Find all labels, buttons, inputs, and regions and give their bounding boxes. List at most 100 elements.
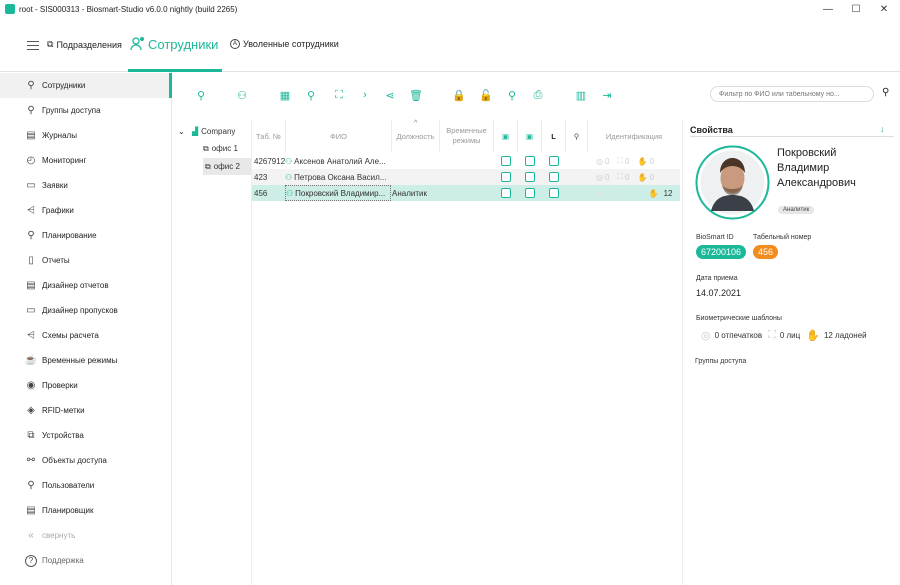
tab-employees[interactable]: Сотрудники — [129, 36, 218, 52]
sidebar-item-rfid[interactable]: ◈ RFID-метки — [0, 398, 172, 423]
sidebar-item-time-modes[interactable]: ☕ Временные режимы — [0, 348, 172, 373]
sidebar-item-planning[interactable]: ⚲ Планирование — [0, 223, 172, 248]
sidebar-item-scheduler[interactable]: ▤ Планировщик — [0, 498, 172, 523]
sidebar-item-devices[interactable]: ⧉ Устройства — [0, 423, 172, 448]
col-header-pin-icon[interactable]: ▣ — [518, 120, 542, 152]
col-header-position[interactable]: Должность — [392, 120, 440, 152]
building-icon: ▟ — [192, 127, 199, 136]
checkbox-card[interactable] — [501, 156, 511, 166]
hierarchy-icon: ⧉ — [205, 161, 211, 171]
tab-subdivisions[interactable]: ⧉ Подразделения — [47, 39, 122, 50]
divider — [690, 136, 894, 137]
name-middle: Александрович — [777, 177, 856, 189]
col-header-l[interactable]: L — [542, 120, 566, 152]
sidebar-item-checks[interactable]: ◉ Проверки — [0, 373, 172, 398]
cell-identification: ◎ ⛶ ✋ 12 — [596, 185, 672, 201]
cell-position — [392, 169, 440, 185]
sidebar-item-report-designer[interactable]: ▤ Дизайнер отчетов — [0, 273, 172, 298]
cell-fio: ⚇ Аксенов Анатолий Але... — [285, 153, 391, 169]
sidebar-item-calc-schemes[interactable]: ⩤ Схемы расчета — [0, 323, 172, 348]
request-icon: ▭ — [26, 180, 36, 191]
table-row-selected[interactable]: 456 ⚇ Покровский Владимир... Аналитик ◎ ⛶… — [252, 185, 680, 201]
sidebar-item-label: Проверки — [42, 381, 78, 390]
checkbox-l[interactable] — [549, 172, 559, 182]
sidebar-item-label: Устройства — [42, 431, 84, 440]
person-search-icon[interactable]: ⚲ — [505, 88, 519, 102]
filter-search-icon[interactable]: ⚲ — [882, 87, 889, 98]
sidebar-item-label: Группы доступа — [42, 106, 101, 115]
checkbox-pin[interactable] — [525, 172, 535, 182]
cell-tab: 423 — [254, 172, 268, 182]
sidebar-item-access-groups[interactable]: ⚲ Группы доступа — [0, 98, 172, 123]
lock-add-icon[interactable]: 🔒 — [452, 88, 466, 102]
time-mode-icon: ☕ — [24, 355, 38, 366]
sidebar-item-employees[interactable]: ⚲ Сотрудники — [0, 73, 172, 98]
sidebar-item-journals[interactable]: ▤ Журналы — [0, 123, 172, 148]
print-icon[interactable]: ⎙ — [531, 88, 545, 102]
sidebar-item-users[interactable]: ⚲ Пользователи — [0, 473, 172, 498]
col-header-identification[interactable]: Идентификация — [588, 120, 680, 152]
report-designer-icon: ▤ — [26, 280, 36, 291]
cell-fio: ⚇ Петрова Оксана Васил... — [285, 169, 391, 185]
table-row[interactable]: 423 ⚇ Петрова Оксана Васил... ◎ 0 ⛶ 0 ✋ 0 — [252, 169, 680, 185]
close-button[interactable]: ✕ — [870, 0, 898, 18]
employees-table: ^ Таб. № ФИО Должность Временные режимы … — [252, 120, 680, 585]
checkbox-l[interactable] — [549, 156, 559, 166]
filter-input[interactable] — [710, 86, 874, 102]
share-icon[interactable]: ⋖ — [383, 88, 397, 102]
chevron-down-icon[interactable]: ⌄ — [178, 127, 185, 136]
delete-icon[interactable]: 🗑 — [409, 88, 423, 102]
minimize-button[interactable]: — — [814, 0, 842, 18]
col-header-fio[interactable]: ФИО — [286, 120, 392, 152]
export-icon[interactable]: ⇥ — [600, 88, 614, 102]
cell-position — [392, 153, 440, 169]
users-icon: ⚲ — [27, 480, 35, 491]
lock-icon[interactable]: 🔓 — [479, 88, 493, 102]
scan-icon[interactable]: ⛶ — [332, 88, 346, 102]
tab-fired[interactable]: A Уволенные сотрудники — [230, 39, 339, 49]
sidebar-item-requests[interactable]: ▭ Заявки — [0, 173, 172, 198]
access-objects-icon: ⚯ — [26, 455, 36, 466]
checkbox-pin[interactable] — [525, 188, 535, 198]
sidebar-item-schedules[interactable]: ⩤ Графики — [0, 198, 172, 223]
tab-number-badge: 456 — [753, 245, 779, 259]
col-header-tab[interactable]: Таб. № — [252, 120, 286, 152]
sidebar-support[interactable]: ? Поддержка — [0, 548, 172, 573]
find-person-icon[interactable]: ⚲ — [304, 88, 318, 102]
chevron-right-icon[interactable]: › — [358, 88, 372, 102]
sidebar-item-label: Графики — [42, 206, 74, 215]
sidebar-item-reports[interactable]: ▯ Отчеты — [0, 248, 172, 273]
palm-icon: ✋ — [637, 172, 648, 182]
tree-node-company[interactable]: ▟ Company — [192, 127, 235, 136]
face-count: 0 — [625, 156, 630, 166]
sidebar-collapse[interactable]: « свернуть — [0, 523, 172, 548]
maximize-button[interactable]: ☐ — [842, 0, 870, 18]
table-row[interactable]: 4267912 ⚇ Аксенов Анатолий Але... ◎ 0 ⛶ 0 ✋… — [252, 153, 680, 169]
col-header-time-modes[interactable]: Временные режимы — [440, 120, 494, 152]
tree-node-office1[interactable]: ⧉ офис 1 — [203, 144, 238, 154]
properties-title: Свойства — [690, 125, 733, 135]
checkbox-card[interactable] — [501, 172, 511, 182]
checkbox-pin[interactable] — [525, 156, 535, 166]
sidebar-item-label: Заявки — [42, 181, 68, 190]
search-icon[interactable]: ⚲ — [194, 88, 208, 102]
sidebar-item-access-objects[interactable]: ⚯ Объекты доступа — [0, 448, 172, 473]
menu-hamburger-icon[interactable] — [27, 41, 39, 50]
employee-card-icon[interactable]: ▦ — [278, 88, 292, 102]
cell-fio-text: Покровский Владимир... — [295, 188, 386, 198]
checkbox-card[interactable] — [501, 188, 511, 198]
checkbox-l[interactable] — [549, 188, 559, 198]
palm-icon: ✋ — [648, 188, 659, 198]
title-bar: root - SIS000313 - Biosmart-Studio v6.0.… — [0, 0, 900, 18]
biometric-summary: ◎ 0 отпечатков ⛶ 0 лиц ✋ 12 ладоней — [701, 329, 867, 342]
book-icon[interactable]: ▥ — [574, 88, 588, 102]
sidebar-support-label: Поддержка — [42, 556, 84, 565]
download-icon[interactable]: ↓ — [880, 124, 885, 134]
sidebar-item-label: Мониторинг — [42, 156, 87, 165]
sidebar-item-pass-designer[interactable]: ▭ Дизайнер пропусков — [0, 298, 172, 323]
sidebar-item-monitoring[interactable]: ◴ Мониторинг — [0, 148, 172, 173]
tree-node-office2[interactable]: ⧉ офис 2 — [203, 158, 251, 175]
add-employee-icon[interactable]: ⚇ — [235, 88, 249, 102]
col-header-card-icon[interactable]: ▣ — [494, 120, 518, 152]
col-header-person-icon[interactable]: ⚲ — [566, 120, 588, 152]
